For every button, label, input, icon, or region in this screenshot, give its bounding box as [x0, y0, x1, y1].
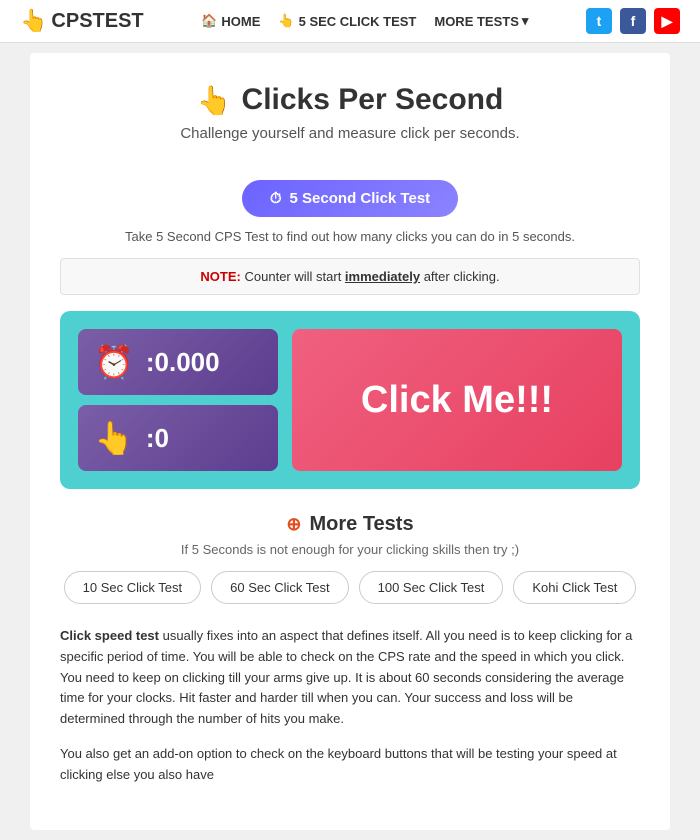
test-btn-kohi[interactable]: Kohi Click Test	[513, 571, 636, 604]
cta-button-label: 5 Second Click Test	[290, 190, 431, 207]
facebook-icon[interactable]: f	[620, 8, 646, 34]
test-btn-100sec[interactable]: 100 Sec Click Test	[359, 571, 504, 604]
note-box: NOTE: Counter will start immediately aft…	[60, 258, 640, 295]
more-tests-icon: ⊕	[286, 514, 301, 535]
nav-more-tests-label: MORE TESTS	[434, 14, 519, 29]
time-stat-box: ⏰ :0.000	[78, 329, 278, 395]
cta-section: ⏱ 5 Second Click Test Take 5 Second CPS …	[60, 180, 640, 244]
chevron-down-icon: ▾	[522, 13, 529, 29]
site-header: 👆 CPSTEST 🏠 HOME 👆 5 SEC CLICK TEST MORE…	[0, 0, 700, 43]
hero-subtitle: Challenge yourself and measure click per…	[60, 125, 640, 142]
note-label: NOTE:	[200, 269, 240, 284]
finger-icon: 👆	[94, 419, 134, 457]
cta-button[interactable]: ⏱ 5 Second Click Test	[242, 180, 458, 217]
article-para2: You also get an add-on option to check o…	[60, 744, 640, 786]
click-test-icon: 👆	[278, 13, 294, 29]
hero-title: 👆 Clicks Per Second	[60, 83, 640, 117]
article-section: Click speed test usually fixes into an a…	[60, 626, 640, 786]
nav-click-test[interactable]: 👆 5 SEC CLICK TEST	[278, 13, 416, 29]
more-tests-title-text: More Tests	[309, 513, 413, 536]
logo[interactable]: 👆 CPSTEST	[20, 8, 144, 34]
test-buttons: 10 Sec Click Test 60 Sec Click Test 100 …	[60, 571, 640, 604]
nav-click-test-label: 5 SEC CLICK TEST	[299, 14, 417, 29]
click-me-button[interactable]: Click Me!!!	[292, 329, 622, 471]
social-links: t f ▶	[586, 8, 680, 34]
test-btn-60sec[interactable]: 60 Sec Click Test	[211, 571, 348, 604]
logo-text: CPSTEST	[51, 10, 143, 33]
hero-section: 👆 Clicks Per Second Challenge yourself a…	[60, 73, 640, 162]
hero-title-text: Clicks Per Second	[242, 83, 504, 117]
more-tests-title: ⊕ More Tests	[60, 513, 640, 536]
logo-icon: 👆	[20, 8, 47, 34]
cta-note: Take 5 Second CPS Test to find out how m…	[60, 229, 640, 244]
nav-home-label: HOME	[221, 14, 260, 29]
main-nav: 🏠 HOME 👆 5 SEC CLICK TEST MORE TESTS ▾	[201, 13, 528, 29]
click-me-label: Click Me!!!	[361, 379, 553, 422]
more-tests-subtitle: If 5 Seconds is not enough for your clic…	[60, 542, 640, 557]
note-text-after: after clicking.	[424, 269, 500, 284]
hand-icon: 👆	[197, 84, 232, 117]
click-stats: ⏰ :0.000 👆 :0	[78, 329, 278, 471]
nav-home[interactable]: 🏠 HOME	[201, 13, 260, 29]
more-tests-section: ⊕ More Tests If 5 Seconds is not enough …	[60, 513, 640, 604]
clicks-value: :0	[146, 423, 169, 454]
click-area: ⏰ :0.000 👆 :0 Click Me!!!	[60, 311, 640, 489]
time-value: :0.000	[146, 347, 220, 378]
cta-icon: ⏱	[270, 190, 282, 207]
clicks-stat-box: 👆 :0	[78, 405, 278, 471]
home-icon: 🏠	[201, 13, 217, 29]
youtube-icon[interactable]: ▶	[654, 8, 680, 34]
note-text-before: Counter will start	[245, 269, 345, 284]
note-highlight: immediately	[345, 269, 420, 284]
clock-icon: ⏰	[94, 343, 134, 381]
twitter-icon[interactable]: t	[586, 8, 612, 34]
main-content: 👆 Clicks Per Second Challenge yourself a…	[30, 53, 670, 830]
article-para1: Click speed test usually fixes into an a…	[60, 626, 640, 730]
test-btn-10sec[interactable]: 10 Sec Click Test	[64, 571, 201, 604]
nav-more-tests[interactable]: MORE TESTS ▾	[434, 13, 528, 29]
article-bold: Click speed test	[60, 628, 159, 643]
